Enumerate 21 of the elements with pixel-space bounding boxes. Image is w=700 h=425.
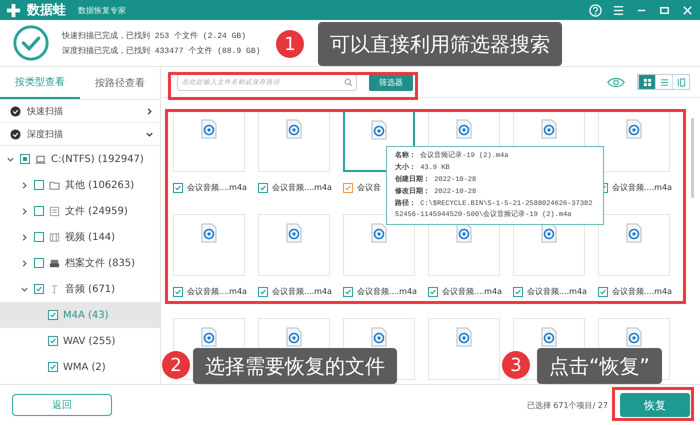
selection-status: 已选择 671个项目/ 27 xyxy=(526,400,608,410)
scan-summary: 快速扫描已完成，已找到 253 个文件 (2.24 GB) xyxy=(62,30,248,41)
file-name: 会议音频....m4a xyxy=(527,286,587,297)
step-number: 3 xyxy=(502,351,530,379)
step-tooltip: 点击“恢复” xyxy=(537,348,662,384)
step-tooltip: 选择需要恢复的文件 xyxy=(193,348,397,384)
file-name: 会议音 xyxy=(357,182,381,193)
file-name: 会议音频....m4a xyxy=(612,286,672,297)
scan-summary: 深度扫描已完成，已找到 433477 个文件 (88.9 GB) xyxy=(62,45,260,56)
file-name: 会议音频....m4a xyxy=(187,286,247,297)
file-name: 会议音频....m4a xyxy=(612,182,672,193)
file-name: 会议音频....m4a xyxy=(272,182,332,193)
file-name: 会议音频....m4a xyxy=(357,286,417,297)
file-name: 会议音频....m4a xyxy=(442,286,502,297)
step-number: 1 xyxy=(276,30,304,58)
app-subtitle: 数据恢复专家 xyxy=(78,4,126,16)
file-name: 会议音频....m4a xyxy=(272,286,332,297)
file-name: 会议音频....m4a xyxy=(187,182,247,193)
step-tooltip: 可以直接利用筛选器搜索 xyxy=(318,22,562,66)
app-name: 数据蛙 xyxy=(27,2,66,19)
step-number: 2 xyxy=(162,351,190,379)
